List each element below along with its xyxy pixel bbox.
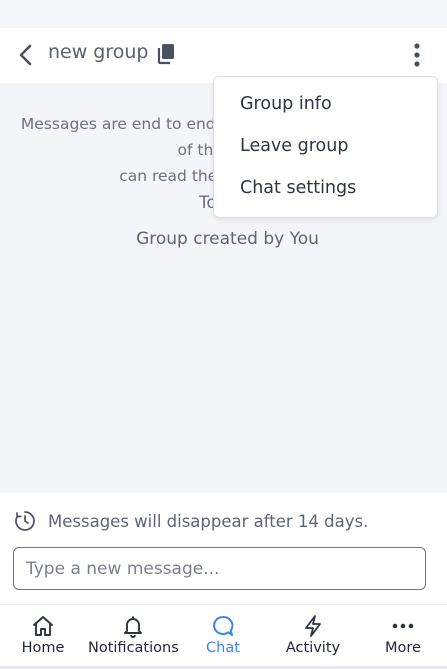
system-message: Group created by You <box>136 229 319 249</box>
copy-icon[interactable] <box>155 42 177 66</box>
nav-item-home[interactable]: Home <box>0 605 88 667</box>
more-dots-icon <box>392 623 414 629</box>
nav-item-notifications[interactable]: Notifications <box>88 605 179 667</box>
lightning-icon <box>305 615 321 637</box>
chat-bubble-icon <box>213 616 234 636</box>
bell-icon <box>124 616 142 638</box>
nav-item-more[interactable]: More <box>358 605 447 667</box>
menu-item-chat-settings[interactable]: Chat settings <box>240 178 356 198</box>
nav-label-more: More <box>385 640 421 656</box>
options-dropdown-menu: Group info Leave group Chat settings <box>213 76 438 218</box>
back-arrow-icon[interactable] <box>14 42 38 68</box>
nav-label-notifications: Notifications <box>88 640 179 656</box>
menu-item-leave-group[interactable]: Leave group <box>240 136 348 156</box>
disappearing-messages-label: Messages will disappear after 14 days. <box>48 511 369 531</box>
nav-label-home: Home <box>21 640 65 656</box>
nav-item-activity[interactable]: Activity <box>268 605 358 667</box>
nav-label-activity: Activity <box>285 640 341 656</box>
menu-item-group-info[interactable]: Group info <box>240 94 332 114</box>
chat-title[interactable]: new group <box>48 41 149 63</box>
bottom-navigation: Home Notifications Chat Activity More <box>0 604 447 666</box>
timer-icon <box>15 511 35 531</box>
nav-item-chat[interactable]: Chat <box>178 605 268 667</box>
composer: Messages will disappear after 14 days. <box>0 493 447 604</box>
disappearing-messages-notice: Messages will disappear after 14 days. <box>14 509 368 533</box>
nav-label-chat: Chat <box>206 640 240 656</box>
more-options-icon[interactable] <box>406 41 428 69</box>
chat-header: new group <box>0 28 447 83</box>
message-input[interactable] <box>13 547 426 590</box>
home-icon <box>33 616 53 636</box>
status-strip <box>0 0 447 28</box>
